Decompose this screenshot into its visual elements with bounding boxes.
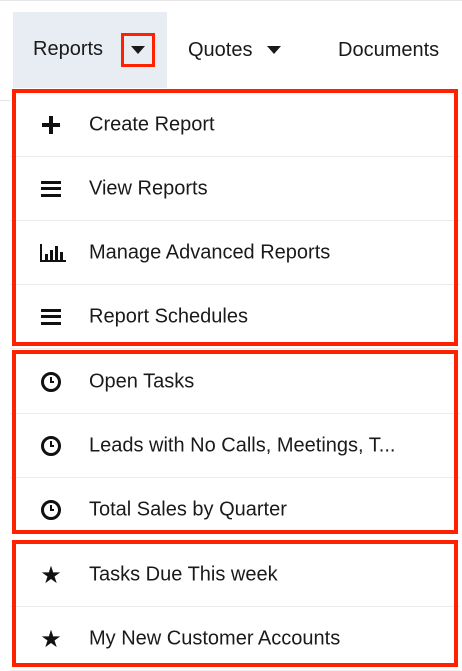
module-nav: Reports Quotes Documents (0, 12, 462, 88)
star-icon: ★ (40, 560, 62, 589)
menu-item-create-report[interactable]: Create Report (10, 93, 460, 157)
menu-item-report-schedules[interactable]: Report Schedules (10, 285, 460, 349)
menu-item-tasks-due-this-week[interactable]: ★ Tasks Due This week (10, 543, 460, 607)
menu-item-leads-no-calls[interactable]: Leads with No Calls, Meetings, T... (10, 414, 460, 478)
caret-down-icon[interactable] (267, 46, 282, 54)
bar-chart-icon (40, 242, 66, 264)
tab-documents[interactable]: Documents (338, 12, 439, 88)
plus-icon (40, 114, 62, 136)
menu-item-label: Open Tasks (89, 370, 195, 392)
menu-item-label: Total Sales by Quarter (89, 498, 287, 520)
tab-documents-label: Documents (338, 38, 440, 61)
tab-reports-label: Reports (33, 38, 104, 60)
menu-item-manage-advanced-reports[interactable]: Manage Advanced Reports (10, 221, 460, 285)
clock-icon (40, 435, 62, 457)
menu-item-total-sales-by-quarter[interactable]: Total Sales by Quarter (10, 478, 460, 542)
reports-dropdown-toggle[interactable] (121, 33, 155, 67)
menu-item-label: Leads with No Calls, Meetings, T... (89, 434, 396, 456)
clock-icon (40, 499, 62, 521)
divider (0, 100, 10, 101)
menu-item-label: Report Schedules (89, 305, 248, 327)
menu-item-my-new-customer-accounts[interactable]: ★ My New Customer Accounts (10, 607, 460, 671)
clock-icon (40, 371, 62, 393)
star-icon: ★ (40, 624, 62, 653)
caret-down-icon (131, 46, 145, 54)
menu-item-label: Create Report (89, 113, 215, 135)
menu-item-label: View Reports (89, 177, 208, 199)
menu-item-label: Manage Advanced Reports (89, 241, 331, 263)
menu-item-open-tasks[interactable]: Open Tasks (10, 350, 460, 414)
tab-quotes[interactable]: Quotes (188, 12, 282, 88)
top-border (0, 0, 462, 1)
tab-quotes-label: Quotes (188, 38, 253, 61)
menu-item-label: My New Customer Accounts (89, 627, 341, 649)
reports-dropdown-menu: Create Report View Reports Manage Advanc… (10, 88, 460, 671)
menu-item-view-reports[interactable]: View Reports (10, 157, 460, 221)
tab-reports[interactable]: Reports (13, 12, 167, 88)
menu-item-label: Tasks Due This week (89, 563, 278, 585)
list-icon (40, 178, 62, 200)
list-icon (40, 306, 62, 328)
